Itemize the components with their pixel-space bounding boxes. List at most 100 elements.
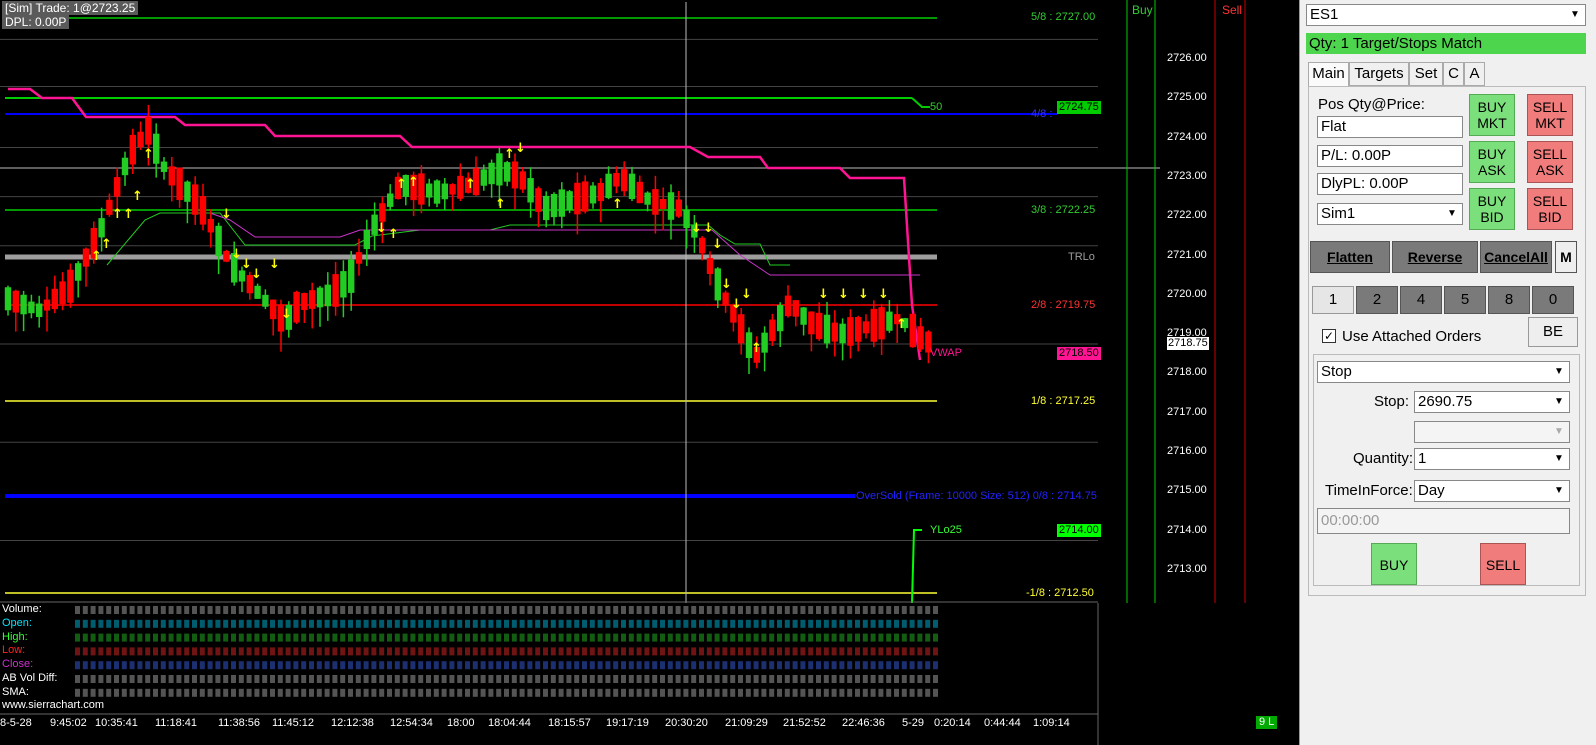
subgraph-value-cell (324, 647, 330, 656)
stop-label: Stop: (1374, 393, 1410, 410)
subgraph-value-cell (800, 647, 806, 656)
symbol-select[interactable]: ES1 ▼ (1306, 4, 1586, 26)
subgraph-value-cell (168, 606, 174, 614)
subgraph-value-cell (418, 688, 424, 697)
candle-body (75, 263, 82, 281)
candle-body (769, 319, 776, 342)
candle-body (176, 167, 183, 201)
subgraph-value-cell (628, 661, 634, 670)
candle-body (511, 161, 519, 189)
qty-button-4[interactable]: 4 (1400, 286, 1442, 314)
time-tick-label: 10:35:41 (95, 717, 138, 729)
chevron-down-icon: ▼ (1447, 208, 1457, 219)
subgraph-value-cell (426, 619, 431, 628)
subgraph-value-cell (496, 633, 502, 642)
qty-button-2[interactable]: 2 (1356, 286, 1398, 314)
subgraph-value-cell (722, 606, 728, 614)
reverse-button[interactable]: Reverse (1392, 241, 1478, 273)
signal-arrow-up-icon: ↑ (751, 341, 762, 356)
m-button[interactable]: M (1555, 241, 1577, 273)
account-select[interactable]: Sim1 ▼ (1317, 203, 1463, 225)
subgraph-value-cell (691, 661, 697, 670)
subgraph-value-cell (644, 633, 650, 642)
subgraph-value-cell (160, 606, 166, 614)
subgraph-value-cell (293, 647, 299, 656)
use-attached-checkbox[interactable]: ✓ (1322, 329, 1336, 343)
tif-select[interactable]: Day ▼ (1414, 480, 1570, 502)
order-type-select[interactable]: Stop ▼ (1317, 361, 1570, 383)
price-chart[interactable]: ↑ ↑ ↑ ↑ ↑ ↑ ↓ ↓ ↓ ↓ ↓ ↓ ↓ ↑ ↑ ↑ ↑ ↑ ↑ ↓ ↑ ↓ ↓ ↓ ↓ ↓ ↓ ↑ ↓ ↓ ↓ ↓ ↑ [Sim] … (0, 0, 1280, 745)
subgraph-value-cell (137, 633, 143, 642)
tab-targets[interactable]: Targets (1349, 62, 1409, 86)
candle-body (270, 299, 277, 320)
subgraph-value-cell (550, 675, 556, 683)
subgraph-value-cell (355, 633, 361, 642)
subgraph-value-cell (558, 675, 564, 683)
subgraph-value-cell (667, 688, 673, 697)
candle-body (355, 252, 363, 264)
subgraph-value-cell (488, 619, 494, 628)
sell-button[interactable]: SELL (1480, 543, 1526, 585)
time-tick-label: 20:30:20 (665, 717, 708, 729)
tab-a[interactable]: A (1464, 62, 1485, 86)
time-input[interactable]: 00:00:00 (1317, 508, 1570, 534)
subgraph-value-cell (465, 675, 470, 683)
subgraph-value-cell (270, 619, 275, 628)
buy-mkt-button[interactable]: BUY MKT (1469, 94, 1515, 136)
tab-c[interactable]: C (1443, 62, 1464, 86)
stop-price-input[interactable]: 2690.75 ▼ (1414, 391, 1570, 413)
subgraph-value-cell (901, 675, 907, 683)
tab-set[interactable]: Set (1409, 62, 1443, 86)
subgraph-value-cell (589, 688, 595, 697)
subgraph-value-cell (738, 633, 743, 642)
sell-mkt-button[interactable]: SELL MKT (1527, 94, 1573, 136)
subgraph-value-cell (410, 619, 416, 628)
buy-ask-button[interactable]: BUY ASK (1469, 141, 1515, 183)
subgraph-value-cell (847, 661, 853, 670)
subgraph-value-cell (808, 675, 814, 683)
subgraph-value-cell (636, 619, 642, 628)
sell-ask-button[interactable]: SELL ASK (1527, 141, 1573, 183)
subgraph-value-cell (917, 647, 923, 656)
level-28-label: 2/8 : 2719.75 (1031, 299, 1096, 311)
subgraph-value-cell (254, 633, 260, 642)
candle-body (223, 250, 230, 262)
subgraph-value-cell (769, 633, 775, 642)
subgraph-value-cell (589, 619, 595, 628)
flatten-button[interactable]: Flatten (1310, 241, 1390, 273)
tab-main[interactable]: Main (1308, 62, 1349, 87)
thin-magenta-line (209, 212, 920, 276)
qty-button-1[interactable]: 1 (1312, 286, 1354, 314)
subgraph-value-cell (153, 688, 158, 697)
subgraph-value-cell (488, 633, 494, 642)
buy-bid-button[interactable]: BUY BID (1469, 188, 1515, 230)
buy-button[interactable]: BUY (1371, 543, 1417, 585)
sell-bid-button[interactable]: SELL BID (1527, 188, 1573, 230)
price-tick-label: 2726.00 (1167, 52, 1207, 64)
candle-body (168, 166, 175, 186)
current-price-marker: 2718.75 (1167, 337, 1209, 350)
subgraph-value-cell (550, 688, 556, 697)
quantity-select[interactable]: 1 ▼ (1414, 448, 1570, 470)
candle-body (98, 218, 105, 238)
time-tick-label: 8-5-28 (0, 717, 32, 729)
subgraph-value-cell (223, 675, 229, 683)
candle-body (628, 173, 636, 200)
subgraph-value-cell (433, 619, 439, 628)
candle-body (254, 285, 261, 299)
subgraph-value-cell (332, 688, 338, 697)
be-button[interactable]: BE (1528, 317, 1578, 347)
cancel-all-button[interactable]: CancelAll (1480, 241, 1552, 273)
subgraph-value-cell (160, 647, 166, 656)
qty-button-5[interactable]: 5 (1444, 286, 1486, 314)
subgraph-value-cell (652, 661, 658, 670)
secondary-price-input[interactable]: ▼ (1414, 421, 1570, 443)
subgraph-value-cell (706, 633, 712, 642)
subgraph-value-cell (652, 675, 658, 683)
subgraph-value-cell (176, 688, 182, 697)
qty-button-0[interactable]: 0 (1532, 286, 1574, 314)
signal-arrow-down-icon: ↓ (878, 287, 889, 302)
subgraph-value-cell (418, 633, 424, 642)
qty-button-8[interactable]: 8 (1488, 286, 1530, 314)
subgraph-value-cell (527, 619, 533, 628)
